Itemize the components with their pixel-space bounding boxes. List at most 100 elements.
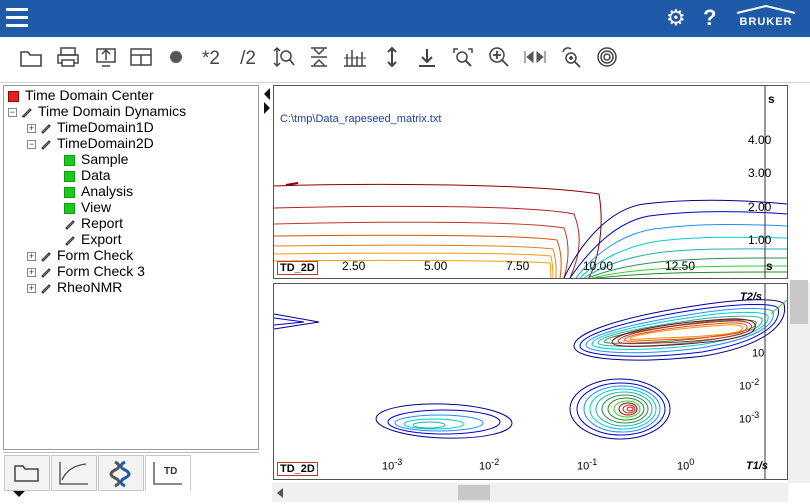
scroll-left-arrow-icon[interactable] (277, 488, 283, 498)
tab-files[interactable] (4, 455, 50, 491)
x-tick-label: 10.00 (583, 259, 614, 273)
green-status-icon (64, 186, 75, 198)
vertical-arrows-icon[interactable] (379, 46, 405, 72)
tree-item-dynamics[interactable]: − Time Domain Dynamics (8, 103, 186, 119)
tree-item-report[interactable]: Report (64, 215, 123, 231)
curve-icon (59, 462, 88, 485)
zoom-in-icon[interactable] (486, 46, 512, 72)
vertical-compress-icon[interactable] (306, 46, 332, 72)
help-icon[interactable]: ? (703, 5, 716, 31)
target-icon[interactable] (594, 46, 620, 72)
tree-item-label: Sample (81, 151, 129, 167)
export-screen-icon[interactable] (93, 46, 119, 72)
plot-tag-badge: TD_2D (277, 462, 318, 476)
tree-item-data[interactable]: Data (64, 167, 111, 183)
tree-item-td1[interactable]: + TimeDomain1D (27, 119, 154, 135)
green-status-icon (64, 202, 75, 214)
x-axis-label: T1/s (746, 460, 769, 472)
expand-right-arrow-icon[interactable] (264, 102, 270, 114)
pen-icon (21, 108, 32, 119)
main-toolbar: *2 /2 (0, 37, 810, 83)
settings-gear-icon[interactable]: ⚙ (666, 5, 686, 31)
tree-item-td2[interactable]: − TimeDomain2D (27, 135, 154, 151)
pen-icon (65, 220, 75, 231)
y-tick-label: 10-3 (739, 410, 760, 426)
app-header: ⚙ ? BRUKER (0, 0, 810, 37)
collapse-toggle-icon[interactable]: − (27, 139, 36, 149)
tree-item-view[interactable]: View (64, 199, 111, 215)
expand-toggle-icon[interactable]: + (27, 251, 36, 261)
y-tick-label: 3.00 (748, 166, 772, 180)
multiply-two-button[interactable]: *2 (197, 46, 225, 72)
x-tick-label: 10-3 (382, 457, 403, 473)
panel-splitter[interactable] (262, 85, 272, 500)
x-tick-label: 12.50 (665, 259, 696, 273)
collapse-arrow-icon[interactable] (13, 491, 25, 497)
tree-item-label: RheoNMR (57, 279, 123, 295)
tree-item-label: Export (81, 231, 122, 247)
root-node-icon (8, 90, 19, 102)
zoom-reset-icon[interactable] (558, 46, 584, 72)
tree-item-label: Report (81, 215, 124, 231)
horizontal-scrollbar[interactable] (272, 483, 788, 502)
bottom-contour-plot (274, 284, 787, 479)
plot-tag-badge: TD_2D (277, 261, 318, 275)
horizontal-scroll-thumb[interactable] (458, 485, 490, 500)
tab-curve[interactable] (51, 455, 97, 491)
record-dot-icon[interactable] (163, 46, 189, 72)
tree-item-form-check-3[interactable]: + Form Check 3 (27, 263, 145, 279)
tree-item-label: TimeDomain1D (57, 119, 154, 135)
x-tick-label: 10-1 (577, 457, 598, 473)
move-down-icon[interactable] (414, 46, 440, 72)
zoom-region-icon[interactable] (450, 46, 476, 72)
tree-item-label: View (81, 199, 112, 215)
divide-two-button[interactable]: /2 (234, 46, 262, 72)
tree-item-label: Data (81, 167, 111, 183)
molecule-icon (109, 460, 131, 488)
tree-item-label: Form Check 3 (57, 263, 145, 279)
collapse-left-arrow-icon[interactable] (264, 88, 270, 100)
tree-item-rheonmr[interactable]: + RheoNMR (27, 279, 122, 295)
navigation-tree: Time Domain Center − Time Domain Dynamics… (3, 85, 259, 450)
x-tick-label: 10-2 (479, 457, 500, 473)
tree-item-export[interactable]: Export (64, 231, 121, 247)
tab-molecule[interactable] (98, 455, 144, 491)
collapse-toggle-icon[interactable]: − (8, 107, 17, 117)
top-plot-panel[interactable]: C:\tmp\Data_rapeseed_matrix.txt 4.00 3.0… (273, 85, 788, 279)
tree-root-label: Time Domain Center (25, 87, 154, 103)
print-icon[interactable] (55, 46, 81, 72)
pen-icon (41, 140, 51, 151)
vertical-scrollbar[interactable] (788, 280, 810, 483)
y-tick-label: 10 (752, 347, 765, 360)
green-status-icon (64, 154, 75, 166)
tree-root[interactable]: Time Domain Center (8, 87, 154, 103)
peak-scale-icon[interactable] (342, 46, 368, 72)
y-unit-label: s (768, 92, 775, 106)
pen-icon (41, 124, 51, 135)
layout-grid-icon[interactable] (128, 46, 154, 72)
file-path-label: C:\tmp\Data_rapeseed_matrix.txt (280, 113, 442, 125)
expand-toggle-icon[interactable]: + (27, 267, 36, 277)
tree-item-sample[interactable]: Sample (64, 151, 128, 167)
tree-item-label: TimeDomain2D (57, 135, 154, 151)
tree-item-analysis[interactable]: Analysis (64, 183, 133, 199)
expand-toggle-icon[interactable]: + (27, 123, 36, 133)
bottom-plot-panel[interactable]: T2/s 10 10-2 10-3 10-3 10-2 10-1 100 T1/… (273, 283, 788, 480)
y-tick-label: 4.00 (748, 133, 772, 147)
hamburger-menu-icon[interactable] (6, 8, 28, 28)
fit-horizontal-icon[interactable] (522, 46, 548, 72)
svg-text:BRUKER: BRUKER (739, 16, 792, 28)
open-folder-icon[interactable] (18, 46, 44, 72)
y-axis-label: T2/s (740, 291, 763, 303)
vertical-scroll-thumb[interactable] (790, 280, 808, 324)
y-tick-label: 10-2 (739, 377, 760, 393)
tree-item-form-check[interactable]: + Form Check (27, 247, 133, 263)
svg-text:TD: TD (164, 466, 177, 477)
tree-item-label: Analysis (81, 183, 134, 199)
x-tick-label: 100 (677, 457, 695, 473)
vertical-zoom-icon[interactable] (271, 46, 297, 72)
tab-time-domain[interactable]: TD (145, 455, 191, 491)
tree-item-label: Time Domain Dynamics (38, 103, 187, 119)
expand-toggle-icon[interactable]: + (27, 283, 36, 293)
pen-icon (41, 252, 51, 263)
